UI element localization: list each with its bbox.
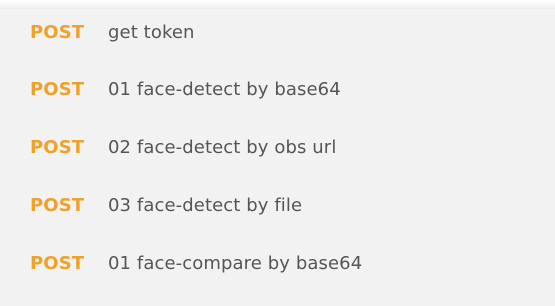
request-item-face-detect-file[interactable]: POST 03 face-detect by file: [0, 176, 555, 234]
request-item-face-compare-base64[interactable]: POST 01 face-compare by base64: [0, 234, 555, 292]
method-badge: POST: [30, 252, 85, 274]
request-name: get token: [108, 21, 195, 43]
request-item-face-detect-base64[interactable]: POST 01 face-detect by base64: [0, 60, 555, 118]
request-name: 03 face-detect by file: [108, 194, 303, 216]
request-name: 01 face-compare by base64: [108, 252, 363, 274]
method-badge: POST: [30, 136, 85, 158]
request-name: 01 face-detect by base64: [108, 78, 341, 100]
method-badge: POST: [30, 21, 85, 43]
request-item-get-token[interactable]: POST get token: [0, 8, 555, 60]
request-name: 02 face-detect by obs url: [108, 136, 337, 158]
method-badge: POST: [30, 194, 85, 216]
top-divider: [0, 0, 555, 8]
request-item-face-detect-obs-url[interactable]: POST 02 face-detect by obs url: [0, 118, 555, 176]
method-badge: POST: [30, 78, 85, 100]
request-list: POST get token POST 01 face-detect by ba…: [0, 8, 555, 306]
